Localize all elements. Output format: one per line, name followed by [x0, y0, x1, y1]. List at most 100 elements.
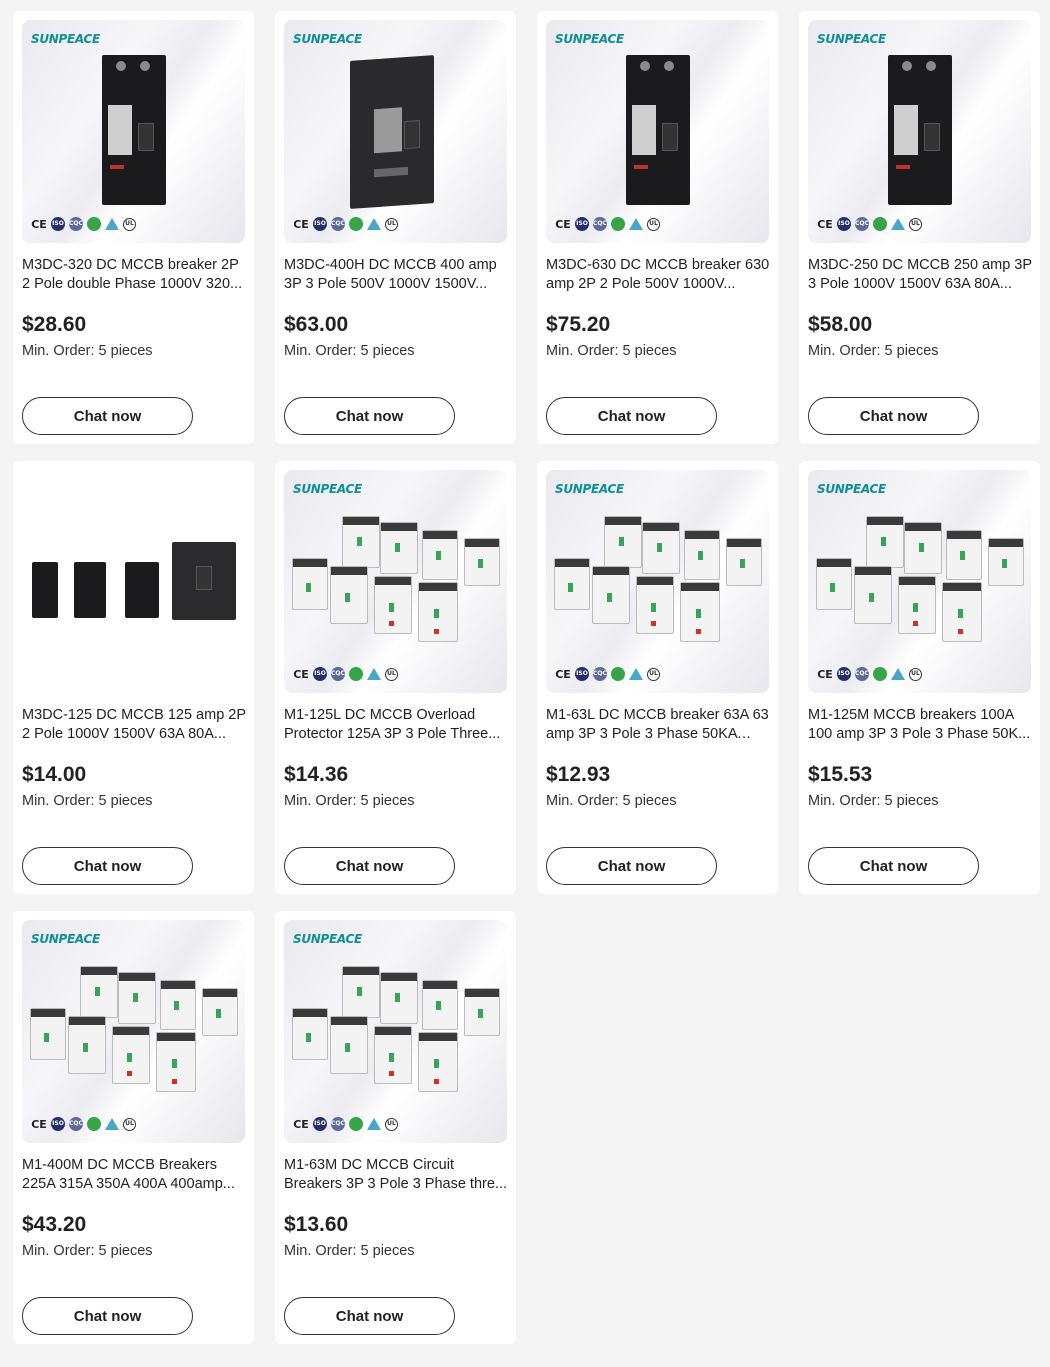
- product-title[interactable]: M3DC-125 DC MCCB 125 amp 2P 2 Pole 1000V…: [22, 706, 246, 744]
- product-image[interactable]: SUNPEACE CE ISO CQC UL: [546, 470, 769, 693]
- brand-logo: SUNPEACE: [293, 932, 362, 946]
- chat-now-button[interactable]: Chat now: [22, 847, 193, 885]
- product-card[interactable]: SUNPEACE CE ISO CQC UL M1-63M DC MCCB Circu…: [275, 911, 516, 1344]
- product-image[interactable]: SUNPEACE CE ISO CQC UL: [284, 20, 507, 243]
- product-price: $75.20: [546, 313, 611, 336]
- iso-icon: ISO: [575, 217, 589, 231]
- product-title[interactable]: M3DC-630 DC MCCB breaker 630 amp 2P 2 Po…: [546, 256, 770, 294]
- product-title[interactable]: M1-63L DC MCCB breaker 63A 63 amp 3P 3 P…: [546, 706, 770, 744]
- chat-now-button[interactable]: Chat now: [546, 397, 717, 435]
- breaker-image: [292, 1008, 328, 1060]
- breaker-image: [604, 516, 642, 568]
- chat-now-button[interactable]: Chat now: [546, 847, 717, 885]
- product-image[interactable]: [22, 470, 245, 693]
- product-card[interactable]: SUNPEACE CE ISO CQC UL M3DC-400H DC MCCB 40…: [275, 11, 516, 444]
- breaker-image: [330, 566, 368, 624]
- product-title[interactable]: M3DC-400H DC MCCB 400 amp 3P 3 Pole 500V…: [284, 256, 508, 294]
- cqc-icon: CQC: [593, 217, 607, 231]
- brand-logo: SUNPEACE: [555, 32, 624, 46]
- certification-icons: CE ISO CQC UL: [293, 667, 398, 681]
- cqc-icon: CQC: [69, 217, 83, 231]
- product-title[interactable]: M1-63M DC MCCB Circuit Breakers 3P 3 Pol…: [284, 1156, 508, 1194]
- breaker-image: [80, 966, 118, 1018]
- ul-icon: UL: [647, 667, 660, 681]
- brand-logo: SUNPEACE: [293, 32, 362, 46]
- product-title[interactable]: M1-125M MCCB breakers 100A 100 amp 3P 3 …: [808, 706, 1032, 744]
- breaker-image: [422, 980, 458, 1030]
- min-order: Min. Order: 5 pieces: [284, 793, 415, 809]
- product-price: $14.36: [284, 763, 349, 786]
- min-order: Min. Order: 5 pieces: [22, 1243, 153, 1259]
- breaker-image: [554, 558, 590, 610]
- cqc-icon: CQC: [331, 667, 345, 681]
- product-price: $13.60: [284, 1213, 349, 1236]
- ce-icon: CE: [31, 217, 47, 231]
- product-card[interactable]: SUNPEACE CE ISO CQC UL M3DC-320 DC MCCB bre…: [13, 11, 254, 444]
- chat-now-button[interactable]: Chat now: [808, 397, 979, 435]
- triangle-icon: [367, 1118, 381, 1130]
- iso-icon: ISO: [313, 217, 327, 231]
- brand-logo: SUNPEACE: [31, 932, 100, 946]
- breaker-image: [418, 1032, 458, 1092]
- breaker-image: [898, 576, 936, 634]
- triangle-icon: [629, 218, 643, 230]
- chat-now-button[interactable]: Chat now: [22, 397, 193, 435]
- product-image[interactable]: SUNPEACE CE ISO CQC UL: [284, 920, 507, 1143]
- certification-icons: CE ISO CQC UL: [31, 217, 136, 231]
- chat-now-button[interactable]: Chat now: [22, 1297, 193, 1335]
- product-card[interactable]: SUNPEACE CE ISO CQC UL M3DC-250 DC MCCB 250…: [799, 11, 1040, 444]
- ul-icon: UL: [385, 667, 398, 681]
- product-card[interactable]: SUNPEACE CE ISO CQC UL M1-63L DC MCCB break…: [537, 461, 778, 894]
- product-title[interactable]: M1-400M DC MCCB Breakers 225A 315A 350A …: [22, 1156, 246, 1194]
- breaker-image: [626, 55, 690, 205]
- iso-icon: ISO: [51, 1117, 65, 1131]
- chat-now-button[interactable]: Chat now: [284, 847, 455, 885]
- iso-icon: ISO: [51, 217, 65, 231]
- brand-logo: SUNPEACE: [31, 32, 100, 46]
- min-order: Min. Order: 5 pieces: [546, 793, 677, 809]
- product-card[interactable]: SUNPEACE CE ISO CQC UL M1-400M DC MCCB Brea…: [13, 911, 254, 1344]
- breaker-image: [202, 988, 238, 1036]
- triangle-icon: [367, 218, 381, 230]
- product-image[interactable]: SUNPEACE CE ISO CQC UL: [546, 20, 769, 243]
- leaf-icon: [873, 217, 887, 231]
- product-card[interactable]: SUNPEACE CE ISO CQC UL M1-125L DC MCCB Over…: [275, 461, 516, 894]
- breaker-image: [74, 562, 106, 618]
- ul-icon: UL: [385, 1117, 398, 1131]
- product-title[interactable]: M3DC-320 DC MCCB breaker 2P 2 Pole doubl…: [22, 256, 246, 294]
- product-image[interactable]: SUNPEACE CE ISO CQC UL: [22, 20, 245, 243]
- breaker-image: [292, 558, 328, 610]
- chat-now-button[interactable]: Chat now: [284, 1297, 455, 1335]
- cqc-icon: CQC: [331, 217, 345, 231]
- leaf-icon: [87, 1117, 101, 1131]
- min-order: Min. Order: 5 pieces: [22, 793, 153, 809]
- triangle-icon: [105, 218, 119, 230]
- product-image[interactable]: SUNPEACE CE ISO CQC UL: [22, 920, 245, 1143]
- chat-now-button[interactable]: Chat now: [808, 847, 979, 885]
- product-card[interactable]: SUNPEACE CE ISO CQC UL M1-125M MCCB breaker…: [799, 461, 1040, 894]
- breaker-image: [342, 516, 380, 568]
- product-card[interactable]: M3DC-125 DC MCCB 125 amp 2P 2 Pole 1000V…: [13, 461, 254, 894]
- chat-now-button[interactable]: Chat now: [284, 397, 455, 435]
- certification-icons: CE ISO CQC UL: [293, 217, 398, 231]
- min-order: Min. Order: 5 pieces: [284, 343, 415, 359]
- breaker-image: [156, 1032, 196, 1092]
- breaker-image: [32, 562, 58, 618]
- product-image[interactable]: SUNPEACE CE ISO CQC UL: [808, 20, 1031, 243]
- certification-icons: CE ISO CQC UL: [31, 1117, 136, 1131]
- iso-icon: ISO: [837, 667, 851, 681]
- breaker-image: [380, 522, 418, 574]
- breaker-image: [904, 522, 942, 574]
- breaker-image: [418, 582, 458, 642]
- breaker-image: [422, 530, 458, 580]
- product-title[interactable]: M3DC-250 DC MCCB 250 amp 3P 3 Pole 1000V…: [808, 256, 1032, 294]
- min-order: Min. Order: 5 pieces: [808, 343, 939, 359]
- product-card[interactable]: SUNPEACE CE ISO CQC UL M3DC-630 DC MCCB bre…: [537, 11, 778, 444]
- ce-icon: CE: [31, 1117, 47, 1131]
- leaf-icon: [349, 1117, 363, 1131]
- product-image[interactable]: SUNPEACE CE ISO CQC UL: [808, 470, 1031, 693]
- product-title[interactable]: M1-125L DC MCCB Overload Protector 125A …: [284, 706, 508, 744]
- breaker-image: [942, 582, 982, 642]
- breaker-image: [330, 1016, 368, 1074]
- product-image[interactable]: SUNPEACE CE ISO CQC UL: [284, 470, 507, 693]
